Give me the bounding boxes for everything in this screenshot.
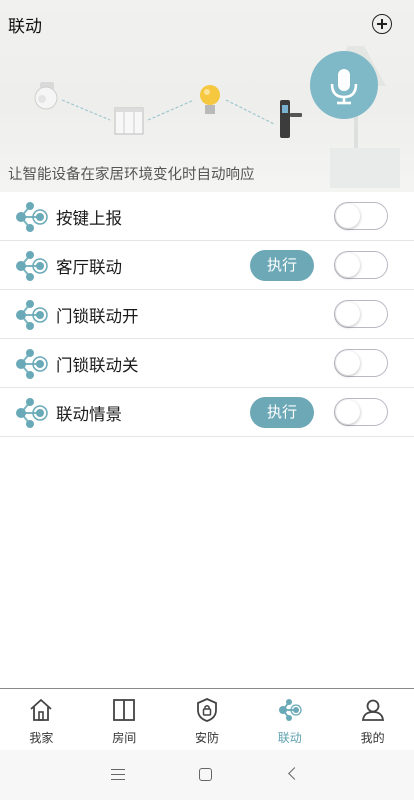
security-shield-icon bbox=[197, 698, 217, 722]
toggle-knob bbox=[336, 351, 360, 375]
window-curtain-icon bbox=[114, 107, 144, 135]
home-icon bbox=[30, 699, 52, 721]
linkage-row[interactable]: 联动情景 执行 bbox=[0, 388, 414, 437]
menu-icon[interactable] bbox=[111, 769, 125, 781]
motion-sensor-icon bbox=[34, 82, 58, 110]
linkage-toggle[interactable] bbox=[334, 251, 388, 279]
linkage-label: 按键上报 bbox=[56, 209, 122, 228]
tab-label: 安防 bbox=[194, 731, 219, 745]
tab-label: 房间 bbox=[112, 731, 137, 745]
hero-banner: 联动 让智能设备在家居环境变化时自动响应 bbox=[0, 0, 414, 192]
tab-label: 我家 bbox=[29, 731, 54, 745]
linkage-nodes-icon bbox=[16, 300, 48, 330]
toggle-knob bbox=[336, 253, 360, 277]
bottom-tab-bar: 我家 房间 安防 联动 我的 bbox=[0, 688, 414, 750]
linkage-toggle[interactable] bbox=[334, 300, 388, 328]
light-bulb-icon bbox=[200, 85, 220, 114]
linkage-label: 门锁联动关 bbox=[56, 356, 139, 375]
linkage-row[interactable]: 门锁联动开 bbox=[0, 290, 414, 339]
linkage-label: 门锁联动开 bbox=[56, 307, 139, 326]
linkage-row[interactable]: 门锁联动关 bbox=[0, 339, 414, 388]
linkage-nodes-icon bbox=[16, 398, 48, 428]
microphone-icon bbox=[330, 69, 358, 105]
linkage-nodes-icon bbox=[16, 202, 48, 232]
back-chevron-icon[interactable] bbox=[288, 767, 301, 780]
linkage-row[interactable]: 按键上报 bbox=[0, 192, 414, 241]
tab-rooms[interactable]: 房间 bbox=[83, 689, 166, 750]
linkage-list: 按键上报 客厅联动 执行 门锁联动开 门锁联动关 联动情景 执行 bbox=[0, 192, 414, 437]
profile-icon bbox=[361, 699, 384, 721]
tab-security[interactable]: 安防 bbox=[166, 689, 249, 750]
linkage-label: 联动情景 bbox=[56, 405, 122, 424]
hero-description: 让智能设备在家居环境变化时自动响应 bbox=[8, 167, 255, 183]
linkage-nodes-icon bbox=[16, 251, 48, 281]
toggle-knob bbox=[336, 400, 360, 424]
tab-label: 我的 bbox=[360, 731, 385, 745]
toggle-knob bbox=[336, 302, 360, 326]
linkage-toggle[interactable] bbox=[334, 349, 388, 377]
system-navigation-bar bbox=[0, 750, 414, 800]
tab-label: 联动 bbox=[277, 731, 302, 745]
linkage-toggle[interactable] bbox=[334, 398, 388, 426]
tab-linkage[interactable]: 联动 bbox=[248, 689, 331, 750]
door-lock-icon bbox=[280, 100, 302, 138]
voice-button[interactable] bbox=[310, 51, 378, 119]
linkage-nodes-icon bbox=[16, 349, 48, 379]
execute-button[interactable]: 执行 bbox=[250, 250, 314, 281]
linkage-nodes-icon bbox=[278, 699, 302, 721]
home-square-icon[interactable] bbox=[199, 768, 212, 781]
room-door-icon bbox=[113, 699, 136, 721]
execute-button[interactable]: 执行 bbox=[250, 397, 314, 428]
tab-home[interactable]: 我家 bbox=[0, 689, 83, 750]
toggle-knob bbox=[336, 204, 360, 228]
linkage-label: 客厅联动 bbox=[56, 258, 122, 277]
linkage-row[interactable]: 客厅联动 执行 bbox=[0, 241, 414, 290]
linkage-toggle[interactable] bbox=[334, 202, 388, 230]
tab-profile[interactable]: 我的 bbox=[331, 689, 414, 750]
